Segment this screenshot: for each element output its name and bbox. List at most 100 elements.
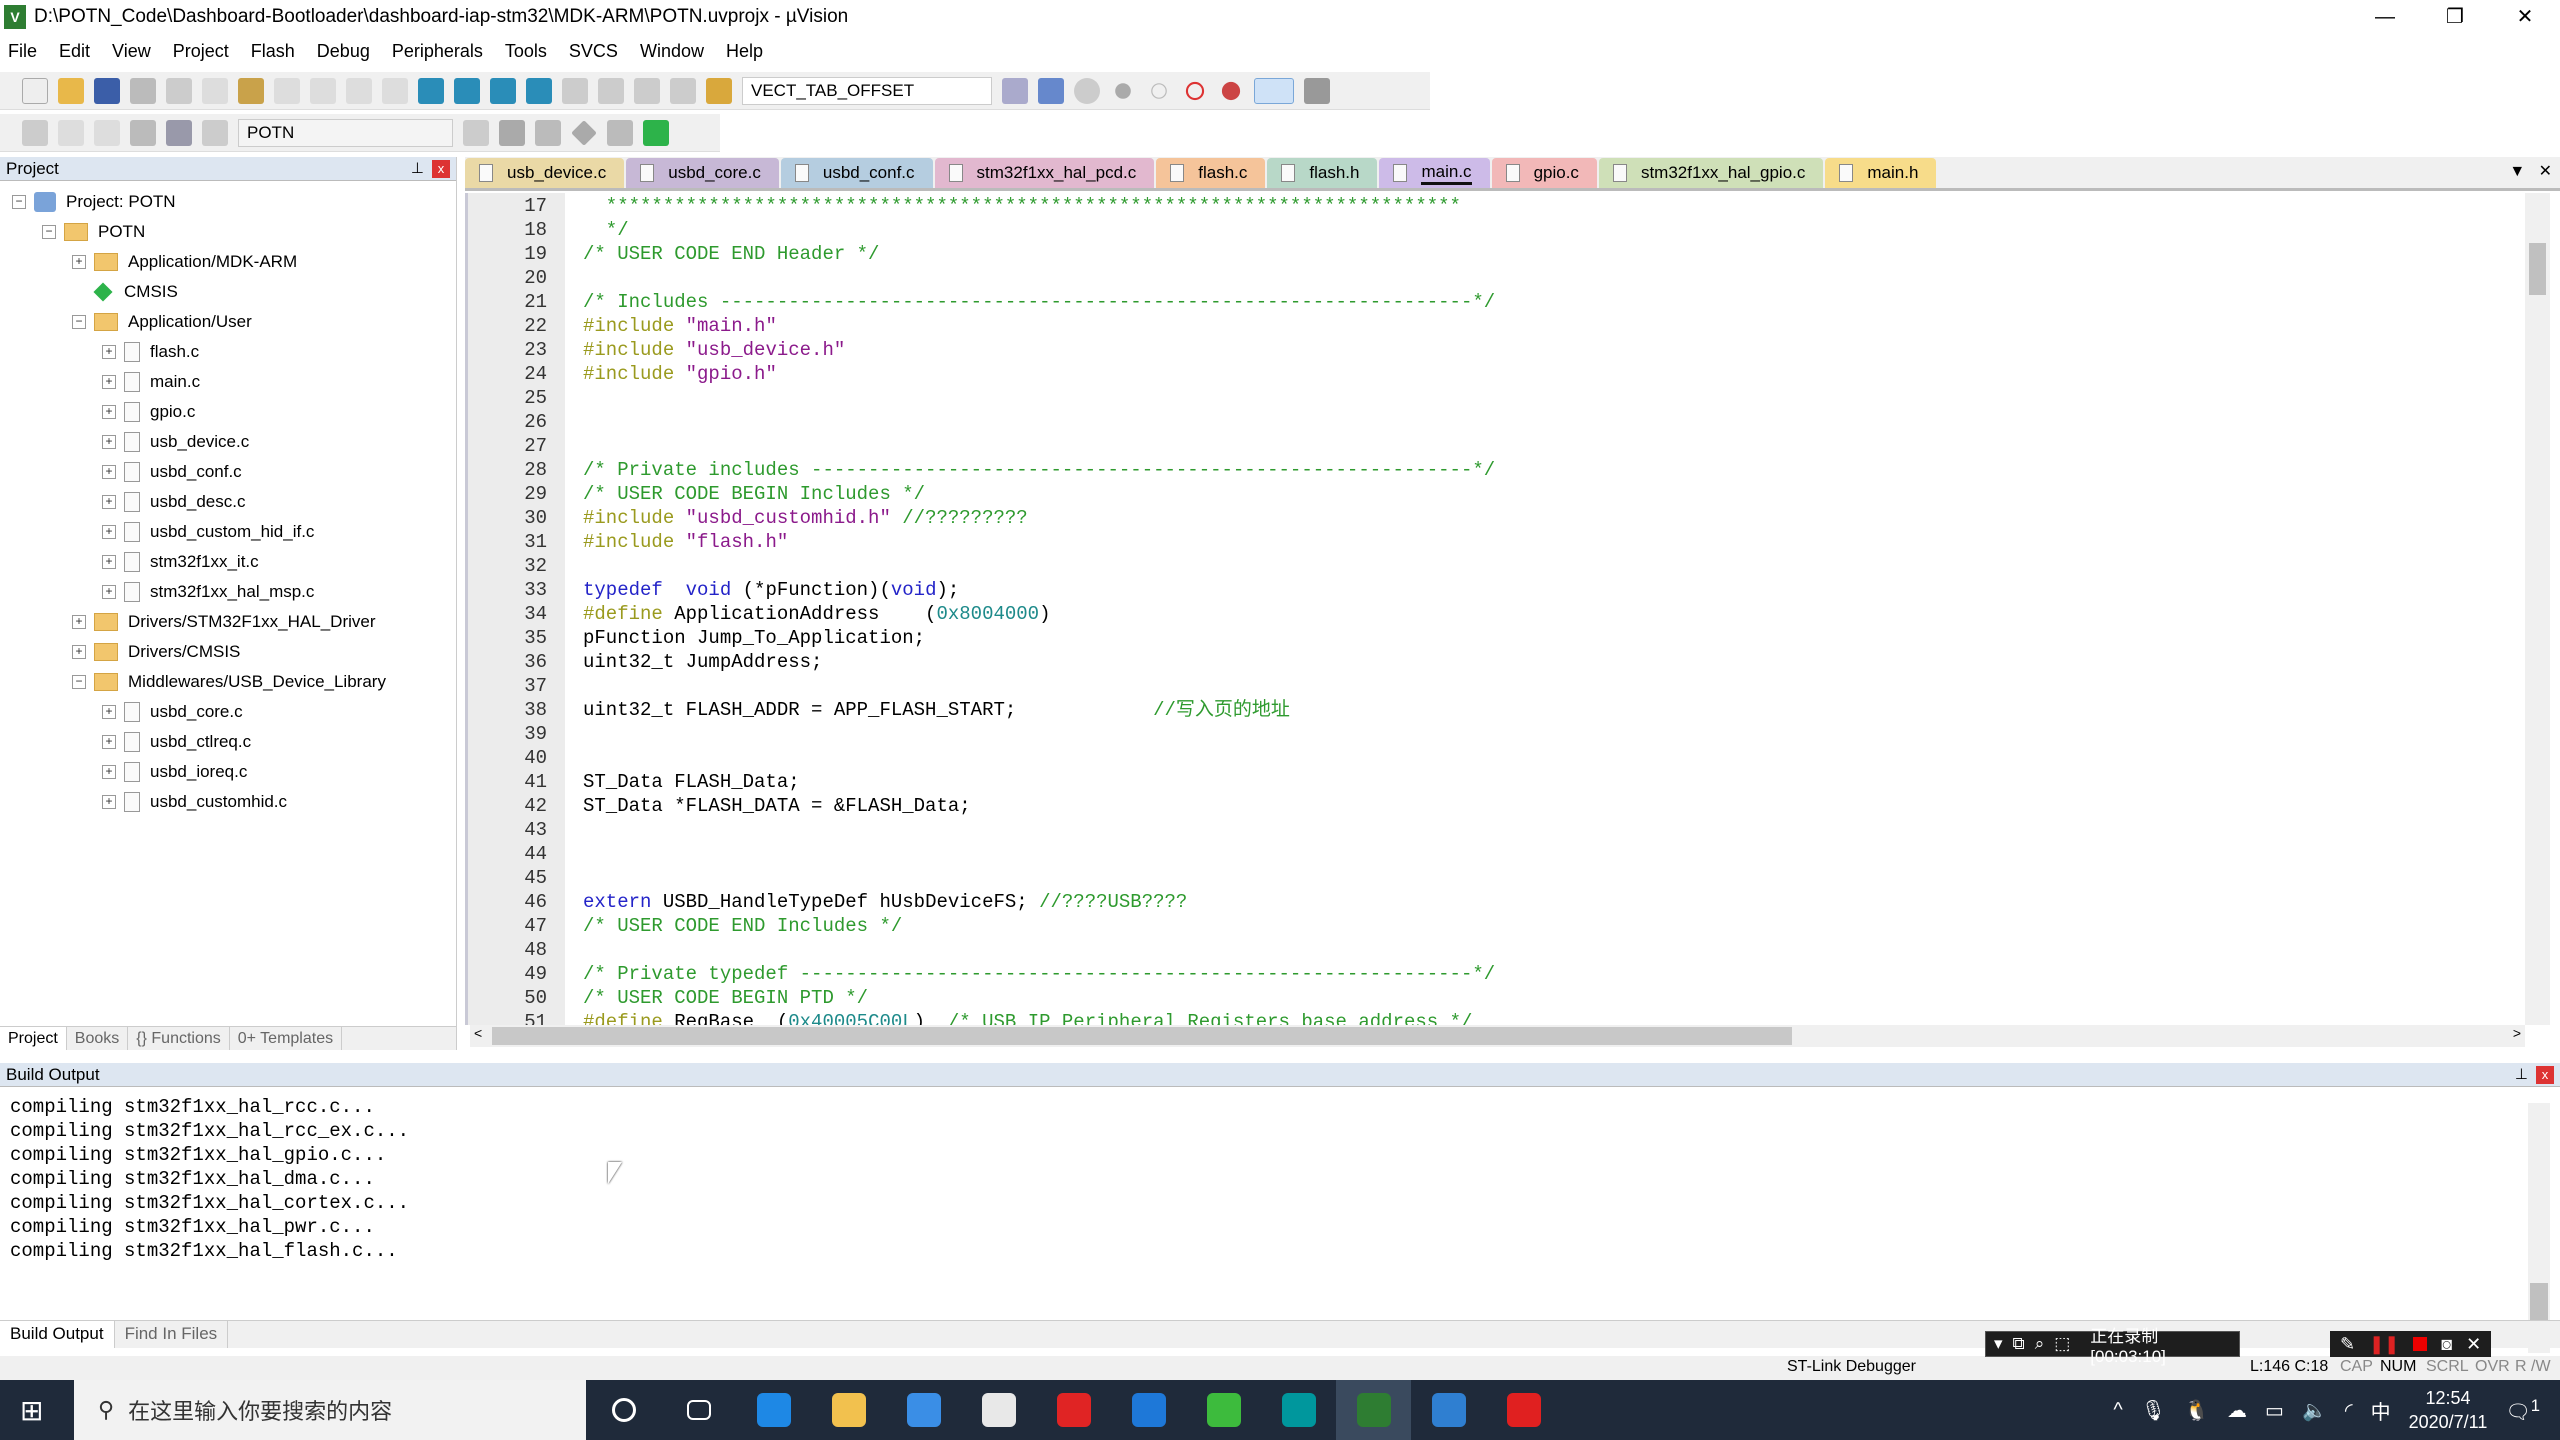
menu-tools[interactable]: Tools bbox=[505, 41, 547, 62]
tab-flash-c[interactable]: flash.c bbox=[1156, 158, 1266, 188]
taskbar-app-phone[interactable] bbox=[1111, 1380, 1186, 1440]
expand-icon[interactable]: + bbox=[102, 375, 116, 389]
expand-icon[interactable]: + bbox=[102, 345, 116, 359]
start-button[interactable]: ⊞ bbox=[20, 1394, 43, 1427]
pin-icon[interactable]: ⊥ bbox=[2515, 1065, 2528, 1083]
zoom-icon[interactable] bbox=[1074, 77, 1100, 104]
build-icon[interactable] bbox=[58, 119, 84, 146]
incremental-find-icon[interactable] bbox=[1002, 77, 1028, 104]
pin-icon[interactable]: ⊥ bbox=[411, 159, 424, 177]
nav-back-icon[interactable] bbox=[346, 77, 372, 104]
menu-svcs[interactable]: SVCS bbox=[569, 41, 618, 62]
bookmark-icon[interactable] bbox=[418, 77, 444, 104]
find-combo[interactable]: VECT_TAB_OFFSET bbox=[742, 76, 992, 105]
tree-item[interactable]: + usbd_core.c bbox=[0, 697, 456, 727]
expand-icon[interactable]: + bbox=[102, 765, 116, 779]
tab-stm32f1xx-hal-gpio-c[interactable]: stm32f1xx_hal_gpio.c bbox=[1598, 158, 1824, 188]
find-in-files-icon[interactable] bbox=[706, 77, 732, 104]
tab-flash-h[interactable]: flash.h bbox=[1267, 158, 1378, 188]
collapse-icon[interactable]: − bbox=[72, 675, 86, 689]
tab-project[interactable]: Project bbox=[0, 1027, 67, 1050]
tab-stm32f1xx-hal-pcd-c[interactable]: stm32f1xx_hal_pcd.c bbox=[934, 158, 1155, 188]
tab-controls[interactable]: ▼ ✕ bbox=[2509, 161, 2552, 181]
close-panel-button[interactable]: x bbox=[432, 160, 450, 178]
pause-icon[interactable]: ❚❚ bbox=[2369, 1334, 2399, 1355]
tree-item[interactable]: + usbd_desc.c bbox=[0, 487, 456, 517]
tree-item[interactable]: + stm32f1xx_it.c bbox=[0, 547, 456, 577]
tree-item[interactable]: + gpio.c bbox=[0, 397, 456, 427]
comment-icon[interactable] bbox=[634, 77, 660, 104]
menu-window[interactable]: Window bbox=[640, 41, 704, 62]
tree-item[interactable]: + stm32f1xx_hal_msp.c bbox=[0, 577, 456, 607]
breakpoint-icon[interactable] bbox=[1115, 82, 1131, 99]
cut-icon[interactable] bbox=[166, 77, 192, 104]
save-icon[interactable] bbox=[94, 77, 120, 104]
menu-help[interactable]: Help bbox=[726, 41, 763, 62]
collapse-icon[interactable]: − bbox=[42, 225, 56, 239]
tree-item[interactable]: + usbd_ctlreq.c bbox=[0, 727, 456, 757]
expand-icon[interactable]: + bbox=[72, 615, 86, 629]
tab-usbd-conf-c[interactable]: usbd_conf.c bbox=[780, 158, 933, 188]
unindent-icon[interactable] bbox=[598, 77, 624, 104]
code-editor[interactable]: 17 *************************************… bbox=[465, 193, 2525, 1025]
taskbar-app-recorder[interactable] bbox=[1486, 1380, 1561, 1440]
menu-file[interactable]: File bbox=[8, 41, 37, 62]
close-button[interactable]: ✕ bbox=[2490, 0, 2560, 34]
tab-usb-device-c[interactable]: usb_device.c bbox=[465, 158, 625, 188]
menu-flash[interactable]: Flash bbox=[251, 41, 295, 62]
tree-item[interactable]: − Project: POTN bbox=[0, 187, 456, 217]
next-bookmark-icon[interactable] bbox=[490, 77, 516, 104]
clear-bookmarks-icon[interactable] bbox=[526, 77, 552, 104]
target-combo[interactable]: POTN bbox=[238, 118, 453, 147]
disable-all-breakpoints-icon[interactable] bbox=[1185, 81, 1205, 100]
taskbar-app-keil[interactable] bbox=[1336, 1380, 1411, 1440]
taskbar-app-wechat[interactable] bbox=[1186, 1380, 1261, 1440]
batch-build-icon[interactable] bbox=[130, 119, 156, 146]
configure-icon[interactable] bbox=[1304, 77, 1330, 104]
tree-item[interactable]: + usbd_custom_hid_if.c bbox=[0, 517, 456, 547]
taskbar-app-mail[interactable] bbox=[886, 1380, 961, 1440]
taskbar-app-photos[interactable] bbox=[1411, 1380, 1486, 1440]
show-hidden-icons[interactable]: ^ bbox=[2113, 1399, 2122, 1422]
taskbar-app-cortana[interactable] bbox=[586, 1380, 661, 1440]
open-file-icon[interactable] bbox=[58, 77, 84, 104]
tab-functions[interactable]: {} Functions bbox=[128, 1027, 230, 1050]
expand-icon[interactable]: + bbox=[102, 405, 116, 419]
minimize-button[interactable]: — bbox=[2350, 0, 2420, 34]
restore-button[interactable]: ❐ bbox=[2420, 0, 2490, 34]
tree-item[interactable]: + usb_device.c bbox=[0, 427, 456, 457]
tab-templates[interactable]: 0+ Templates bbox=[230, 1027, 343, 1050]
tab-usbd-core-c[interactable]: usbd_core.c bbox=[626, 158, 779, 188]
nav-forward-icon[interactable] bbox=[382, 77, 408, 104]
rebuild-icon[interactable] bbox=[94, 119, 120, 146]
select-packs-icon[interactable] bbox=[535, 119, 561, 146]
tab-main-c[interactable]: main.c bbox=[1379, 158, 1490, 188]
notification-icon[interactable]: 🗨1 bbox=[2505, 1396, 2540, 1425]
window-layout-icon[interactable] bbox=[1254, 77, 1294, 104]
tab-gpio-c[interactable]: gpio.c bbox=[1491, 158, 1597, 188]
expand-icon[interactable]: + bbox=[102, 525, 116, 539]
redo-icon[interactable] bbox=[310, 77, 336, 104]
debug-session-icon[interactable] bbox=[1038, 77, 1064, 104]
taskbar-app-task-view[interactable] bbox=[661, 1380, 736, 1440]
tree-item[interactable]: − POTN bbox=[0, 217, 456, 247]
expand-icon[interactable]: + bbox=[102, 735, 116, 749]
tree-item[interactable]: + usbd_conf.c bbox=[0, 457, 456, 487]
tab-main-h[interactable]: main.h bbox=[1825, 158, 1937, 188]
stop-icon[interactable] bbox=[2413, 1337, 2428, 1351]
onedrive-icon[interactable]: ☁ bbox=[2227, 1398, 2247, 1423]
wifi-icon[interactable]: ◜ bbox=[2345, 1398, 2353, 1423]
menu-project[interactable]: Project bbox=[173, 41, 229, 62]
menu-debug[interactable]: Debug bbox=[317, 41, 370, 62]
taskbar-app-file-explorer[interactable] bbox=[811, 1380, 886, 1440]
zoom-icon[interactable]: ⌕ bbox=[2035, 1334, 2045, 1354]
clock[interactable]: 12:54 2020/7/11 bbox=[2409, 1386, 2488, 1434]
tab-books[interactable]: Books bbox=[67, 1027, 129, 1050]
disable-breakpoint-icon[interactable] bbox=[1151, 82, 1167, 99]
manage-project-icon[interactable] bbox=[499, 119, 525, 146]
close-build-output-button[interactable]: x bbox=[2536, 1066, 2554, 1084]
expand-icon[interactable]: + bbox=[72, 645, 86, 659]
undo-icon[interactable] bbox=[274, 77, 300, 104]
taskbar-app-arduino[interactable] bbox=[1261, 1380, 1336, 1440]
camera-icon[interactable]: ◙ bbox=[2441, 1334, 2452, 1355]
